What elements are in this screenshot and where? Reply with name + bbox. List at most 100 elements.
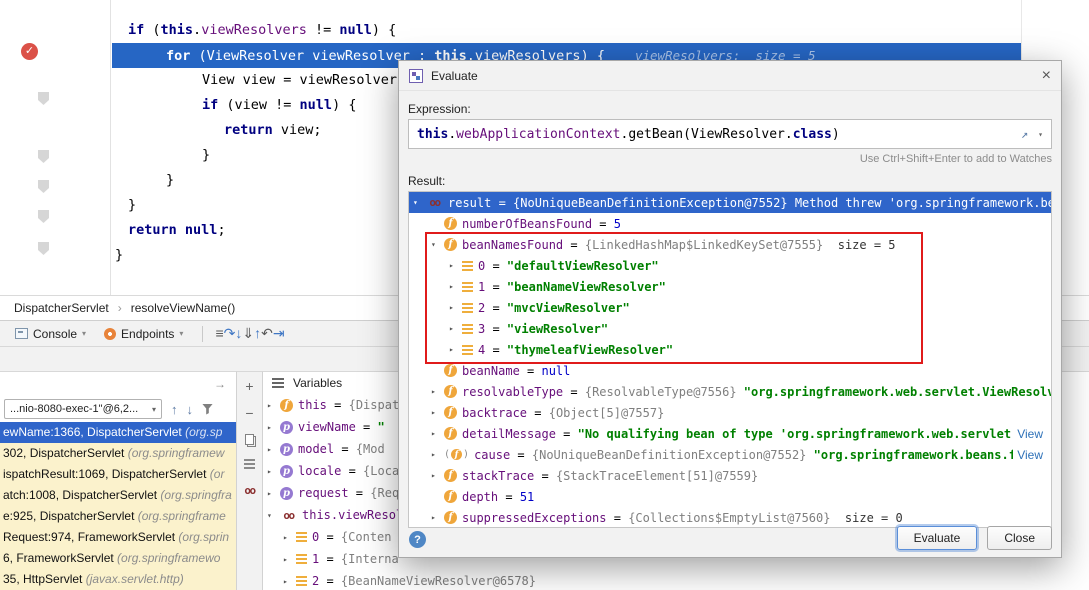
frame-row[interactable]: ewName:1366, DispatcherServlet (org.sp — [0, 422, 236, 443]
expand-chevron-icon[interactable]: ▸ — [283, 555, 296, 564]
view-link[interactable]: View — [1013, 448, 1051, 462]
tab-endpoints[interactable]: Endpoints ▾ — [97, 321, 190, 347]
expand-chevron-icon[interactable]: ▸ — [431, 408, 444, 417]
tree-row[interactable]: fdepth = 51 — [409, 486, 1051, 507]
frame-location: atch:1008, DispatcherServlet — [3, 488, 160, 502]
expand-chevron-icon[interactable]: ▸ — [283, 533, 296, 542]
tree-row[interactable]: ▸fstackTrace = {StackTraceElement[51]@75… — [409, 465, 1051, 486]
expand-chevron-icon[interactable]: ▸ — [431, 450, 444, 459]
expand-chevron-icon[interactable]: ▸ — [267, 467, 280, 476]
tree-row[interactable]: ▸fsuppressedExceptions = {Collections$Em… — [409, 507, 1051, 528]
primitive-value: null — [541, 364, 570, 378]
add-watch-icon[interactable]: + — [245, 380, 253, 393]
expand-chevron-icon[interactable]: ▸ — [267, 489, 280, 498]
field-icon: f — [444, 427, 457, 440]
tree-row[interactable]: ▸2 = "mvcViewResolver" — [409, 297, 1051, 318]
tree-row[interactable]: ▸f detailMessage = "No qualifying bean of… — [409, 423, 1051, 444]
breadcrumb-method[interactable]: resolveViewName() — [131, 301, 235, 315]
expand-chevron-icon[interactable]: ▸ — [449, 282, 462, 291]
frame-row[interactable]: 35, HttpServlet (javax.servlet.http) — [0, 569, 236, 590]
breadcrumb-class[interactable]: DispatcherServlet — [14, 301, 109, 315]
frames-toolbar: → — [0, 372, 236, 396]
close-icon[interactable]: × — [1042, 67, 1051, 85]
frame-row[interactable]: e:925, DispatcherServlet (org.springfram… — [0, 506, 236, 527]
remove-watch-icon[interactable]: − — [245, 407, 253, 420]
tree-row[interactable]: ▸(f)cause = {NoUniqueBeanDefinitionExcep… — [409, 444, 1051, 465]
filter-frames-icon[interactable] — [202, 404, 213, 415]
expand-chevron-icon[interactable]: ▸ — [283, 577, 296, 586]
tree-row-text: detailMessage = "No qualifying bean of t… — [462, 427, 1013, 441]
help-icon[interactable]: ? — [409, 531, 426, 548]
expand-chevron-icon[interactable]: ▸ — [449, 261, 462, 270]
view-link[interactable]: View — [1013, 427, 1051, 441]
frame-row[interactable]: atch:1008, DispatcherServlet (org.spring… — [0, 485, 236, 506]
overflow-arrow-icon[interactable]: → — [214, 377, 226, 391]
tree-row[interactable]: ▸4 = "thymeleafViewResolver" — [409, 339, 1051, 360]
frame-row[interactable]: 6, FrameworkServlet (org.springframewo — [0, 548, 236, 569]
tree-row[interactable]: ▸1 = "beanNameViewResolver" — [409, 276, 1051, 297]
evaluate-dialog: Evaluate × Expression: this.webApplicati… — [398, 60, 1062, 558]
expand-chevron-icon[interactable]: ▸ — [431, 471, 444, 480]
variable-name: depth — [462, 490, 498, 504]
copy-icon[interactable] — [245, 434, 254, 445]
frame-row[interactable]: Request:974, FrameworkServlet (org.sprin — [0, 527, 236, 548]
tree-row[interactable]: ▸fresolvableType = {ResolvableType@7556}… — [409, 381, 1051, 402]
expand-chevron-icon[interactable]: ▸ — [431, 429, 444, 438]
tree-row[interactable]: ▸fbacktrace = {Object[5]@7557} — [409, 402, 1051, 423]
field-icon: f — [444, 385, 457, 398]
tree-row[interactable]: fnumberOfBeansFound = 5 — [409, 213, 1051, 234]
expand-chevron-icon[interactable]: ▸ — [449, 345, 462, 354]
watch-icon — [426, 196, 443, 209]
frame-location: 35, HttpServlet — [3, 572, 86, 586]
evaluate-button[interactable]: Evaluate — [897, 526, 978, 550]
variable-name: this.viewResolv — [302, 508, 410, 522]
duplicate-stack-icon[interactable] — [244, 459, 255, 461]
expand-chevron-icon[interactable]: ▸ — [267, 401, 280, 410]
gutter-marker — [38, 210, 49, 223]
string-value: "viewResolver" — [507, 322, 608, 336]
expand-chevron-icon[interactable]: ▸ — [267, 445, 280, 454]
drop-frame-icon[interactable]: ↶ — [261, 325, 273, 341]
primitive-value: 5 — [614, 217, 621, 231]
close-button[interactable]: Close — [987, 526, 1052, 550]
next-frame-icon[interactable]: ↓ — [187, 402, 194, 417]
expand-chevron-icon[interactable]: ▸ — [267, 423, 280, 432]
force-step-into-icon[interactable]: ⇓ — [242, 325, 254, 341]
expand-chevron-icon[interactable]: ▸ — [449, 303, 462, 312]
expand-icon[interactable]: ↗ — [1021, 127, 1028, 141]
tree-row[interactable]: ▾result = {NoUniqueBeanDefinitionExcepti… — [409, 192, 1051, 213]
run-to-cursor-icon[interactable]: ⇥ — [273, 325, 285, 341]
step-over-icon[interactable]: ↷ — [224, 325, 236, 341]
dialog-titlebar[interactable]: Evaluate × — [399, 61, 1061, 91]
expand-chevron-icon[interactable]: ▸ — [449, 324, 462, 333]
show-watches-icon[interactable] — [244, 483, 254, 497]
layout-settings-icon[interactable] — [272, 382, 284, 384]
tree-row[interactable]: ▸0 = "defaultViewResolver" — [409, 255, 1051, 276]
tree-row[interactable]: fbeanName = null — [409, 360, 1051, 381]
menu-icon[interactable]: ≡ — [215, 325, 223, 341]
expand-chevron-icon[interactable]: ▾ — [267, 511, 280, 520]
expand-chevron-icon[interactable]: ▸ — [431, 387, 444, 396]
expand-chevron-icon[interactable]: ▾ — [413, 198, 426, 207]
string-value: " — [377, 420, 384, 434]
frames-panel: → ...nio-8080-exec-1"@6,2... ▾ ↑ ↓ ewNam… — [0, 371, 237, 590]
history-dropdown-icon[interactable]: ▾ — [1038, 130, 1043, 139]
variable-name: cause — [474, 448, 510, 462]
frame-row[interactable]: ispatchResult:1069, DispatcherServlet (o… — [0, 464, 236, 485]
tab-console[interactable]: Console ▾ — [8, 321, 93, 347]
expand-chevron-icon[interactable]: ▸ — [431, 513, 444, 522]
previous-frame-icon[interactable]: ↑ — [171, 402, 178, 417]
breakpoint-icon[interactable] — [21, 43, 38, 60]
tree-row[interactable]: ▸2 = {BeanNameViewResolver@6578} — [263, 570, 1089, 590]
tree-row[interactable]: ▾fbeanNamesFound = {LinkedHashMap$Linked… — [409, 234, 1051, 255]
code-line[interactable]: if (this.viewResolvers != null) { — [112, 18, 1021, 43]
expand-chevron-icon[interactable]: ▾ — [431, 240, 444, 249]
parameter-icon: p — [280, 443, 293, 456]
object-reference: {Conten — [341, 530, 392, 544]
frame-row[interactable]: 302, DispatcherServlet (org.springframew — [0, 443, 236, 464]
tree-row-text: beanNamesFound = {LinkedHashMap$LinkedKe… — [462, 238, 1051, 252]
thread-selector[interactable]: ...nio-8080-exec-1"@6,2... ▾ — [4, 399, 162, 419]
expression-input[interactable]: this.webApplicationContext.getBean(ViewR… — [408, 119, 1052, 149]
tree-row[interactable]: ▸3 = "viewResolver" — [409, 318, 1051, 339]
tree-row-text: suppressedExceptions = {Collections$Empt… — [462, 511, 1051, 525]
